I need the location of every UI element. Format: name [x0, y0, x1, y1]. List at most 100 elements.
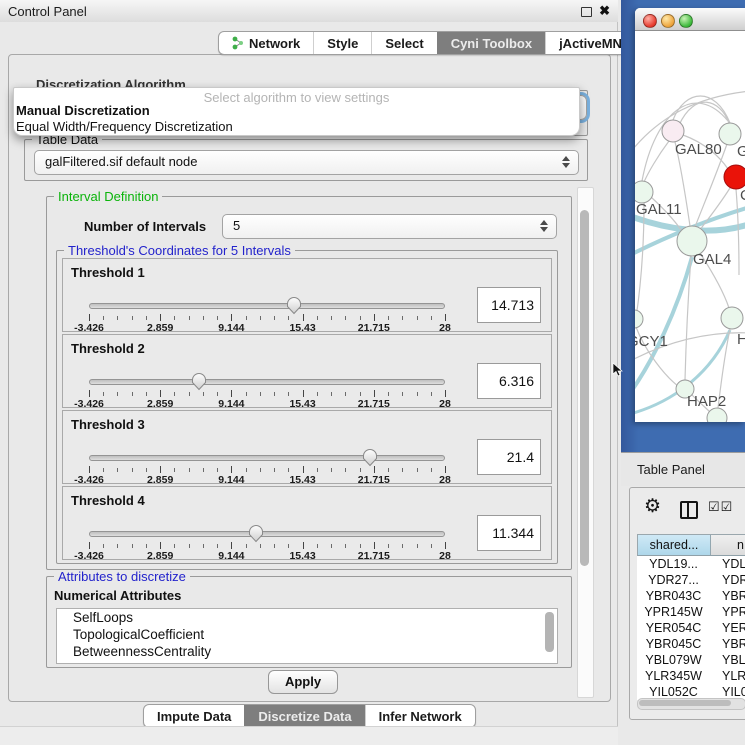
tab-cyni-toolbox[interactable]: Cyni Toolbox [437, 32, 545, 54]
network-node-pink[interactable] [662, 120, 684, 142]
attributes-scrollbar-thumb[interactable] [545, 612, 554, 652]
cell-name[interactable]: YBL0 [710, 652, 745, 668]
table-row[interactable]: YBR043CYBR0 [637, 588, 745, 604]
threshold-value-field[interactable]: 6.316 [477, 363, 541, 399]
slider-tick-labels: -3.4262.8599.14415.4321.71528 [89, 550, 445, 560]
network-node-green[interactable] [707, 408, 727, 422]
threshold-panel: Threshold 1 -3.4262.8599.14415.4321.7152… [62, 258, 552, 332]
cell-shared-name[interactable]: YLR345W [637, 668, 710, 684]
slider-track[interactable] [89, 531, 445, 537]
table-row[interactable]: YBL079WYBL0 [637, 652, 745, 668]
zoom-traffic-light-icon[interactable] [679, 14, 693, 28]
threshold-value-field[interactable]: 11.344 [477, 515, 541, 551]
slider-thumb[interactable] [362, 448, 378, 467]
cell-shared-name[interactable]: YBL079W [637, 652, 710, 668]
slider-track[interactable] [89, 455, 445, 461]
table-hscroll-thumb[interactable] [639, 700, 731, 706]
threshold-panel: Threshold 3 -3.4262.8599.14415.4321.7152… [62, 410, 552, 484]
slider-track[interactable] [89, 379, 445, 385]
cell-shared-name[interactable]: YER054C [637, 620, 710, 636]
slider-thumb[interactable] [286, 296, 302, 315]
cell-shared-name[interactable]: YPR145W [637, 604, 710, 620]
table-row[interactable]: YBR045CYBR0 [637, 636, 745, 652]
threshold-slider[interactable]: -3.4262.8599.14415.4321.71528 [89, 525, 445, 559]
network-graph: GAL80G.CGAL11GAL4GCY1HHAP2 [635, 31, 745, 422]
threshold-value-field[interactable]: 14.713 [477, 287, 541, 323]
network-window-titlebar[interactable] [635, 8, 745, 31]
numerical-attributes-list[interactable]: SelfLoopsTopologicalCoefficientBetweenne… [56, 608, 558, 664]
close-icon[interactable]: ✖ [599, 3, 610, 19]
split-columns-icon[interactable] [680, 501, 698, 519]
attribute-list-item[interactable]: TopologicalCoefficient [57, 626, 557, 643]
tab-discretize-data[interactable]: Discretize Data [244, 705, 364, 727]
attribute-list-item[interactable]: BetweennessCentrality [57, 643, 557, 660]
column-header-name[interactable]: n [711, 535, 745, 555]
table-row[interactable]: YDL19...YDL1 [637, 556, 745, 572]
cell-shared-name[interactable]: YBR045C [637, 636, 710, 652]
tab-infer-network[interactable]: Infer Network [365, 705, 475, 727]
apply-button[interactable]: Apply [268, 670, 338, 694]
network-canvas[interactable]: GAL80G.CGAL11GAL4GCY1HHAP2 [635, 31, 745, 422]
threshold-value-field[interactable]: 21.4 [477, 439, 541, 475]
control-panel-tabs: NetworkStyleSelectCyni ToolboxjActiveMNo… [218, 31, 678, 55]
cell-name[interactable]: YBR0 [710, 588, 745, 604]
table-panel: ⚙ ☑☑ shared... n YDL19...YDL1YDR27...YDR… [629, 487, 745, 720]
cell-shared-name[interactable]: YDL19... [637, 556, 710, 572]
network-edge [699, 188, 730, 231]
network-node-red[interactable] [724, 165, 745, 189]
tab-network[interactable]: Network [219, 32, 313, 54]
slider-thumb[interactable] [191, 372, 207, 391]
node-label-G: G. [737, 143, 745, 160]
cell-shared-name[interactable]: YDR27... [637, 572, 710, 588]
cell-name[interactable]: YDL1 [710, 556, 745, 572]
table-row[interactable]: YPR145WYPR1 [637, 604, 745, 620]
network-node-green[interactable] [721, 307, 743, 329]
cell-name[interactable]: YPR1 [710, 604, 745, 620]
column-header-shared-name[interactable]: shared... [638, 535, 711, 555]
cell-shared-name[interactable]: YBR043C [637, 588, 710, 604]
node-label-C: C [740, 187, 745, 204]
threshold-slider[interactable]: -3.4262.8599.14415.4321.71528 [89, 449, 445, 483]
slider-tick-labels: -3.4262.8599.14415.4321.71528 [89, 398, 445, 408]
node-label-GCY1: GCY1 [635, 333, 668, 350]
cell-name[interactable]: YLR3 [710, 668, 745, 684]
table-row[interactable]: YLR345WYLR3 [637, 668, 745, 684]
network-node-green[interactable] [635, 181, 653, 203]
cell-name[interactable]: YBR0 [710, 636, 745, 652]
number-of-intervals-combobox[interactable]: 5 [222, 214, 557, 239]
network-node-green[interactable] [719, 123, 741, 145]
network-node-green[interactable] [635, 310, 643, 328]
float-window-icon[interactable] [581, 7, 592, 17]
table-row[interactable]: YER054CYER0 [637, 620, 745, 636]
tab-impute-data[interactable]: Impute Data [144, 705, 244, 727]
slider-track[interactable] [89, 303, 445, 309]
minimize-traffic-light-icon[interactable] [661, 14, 675, 28]
tab-select[interactable]: Select [371, 32, 436, 54]
tab-style[interactable]: Style [313, 32, 371, 54]
combo-stepper-icon [561, 155, 570, 169]
table-data-combobox[interactable]: galFiltered.sif default node [34, 150, 579, 175]
close-traffic-light-icon[interactable] [643, 14, 657, 28]
cell-name[interactable]: YER0 [710, 620, 745, 636]
table-row[interactable]: YDR27...YDR2 [637, 572, 745, 588]
control-panel-titlebar: Control Panel ✖ [0, 0, 618, 23]
threshold-slider[interactable]: -3.4262.8599.14415.4321.71528 [89, 297, 445, 331]
cell-name[interactable]: YDR2 [710, 572, 745, 588]
threshold-panel: Threshold 4 -3.4262.8599.14415.4321.7152… [62, 486, 552, 560]
threshold-panel: Threshold 2 -3.4262.8599.14415.4321.7152… [62, 334, 552, 408]
slider-thumb[interactable] [248, 524, 264, 543]
dropdown-item-manual-discretization[interactable]: Manual Discretization [16, 103, 150, 118]
thresholds-group-title: Threshold's Coordinates for 5 Intervals [64, 244, 295, 257]
attribute-list-item[interactable]: SelfLoops [57, 609, 557, 626]
column-checkbox-icons[interactable]: ☑☑ [708, 499, 733, 515]
settings-scrollbar-thumb[interactable] [580, 210, 589, 566]
dropdown-item-equal-width-frequency[interactable]: Equal Width/Frequency Discretization [16, 119, 233, 134]
table-header-row: shared... n [637, 534, 745, 556]
threshold-slider[interactable]: -3.4262.8599.14415.4321.71528 [89, 373, 445, 407]
slider-ticks [89, 390, 445, 398]
slider-ticks [89, 542, 445, 550]
settings-scrollbar[interactable] [577, 187, 594, 698]
gear-icon[interactable]: ⚙ [644, 497, 661, 517]
algorithm-dropdown-popup: Select algorithm to view settings Manual… [13, 87, 580, 136]
table-horizontal-scrollbar[interactable] [637, 698, 745, 710]
